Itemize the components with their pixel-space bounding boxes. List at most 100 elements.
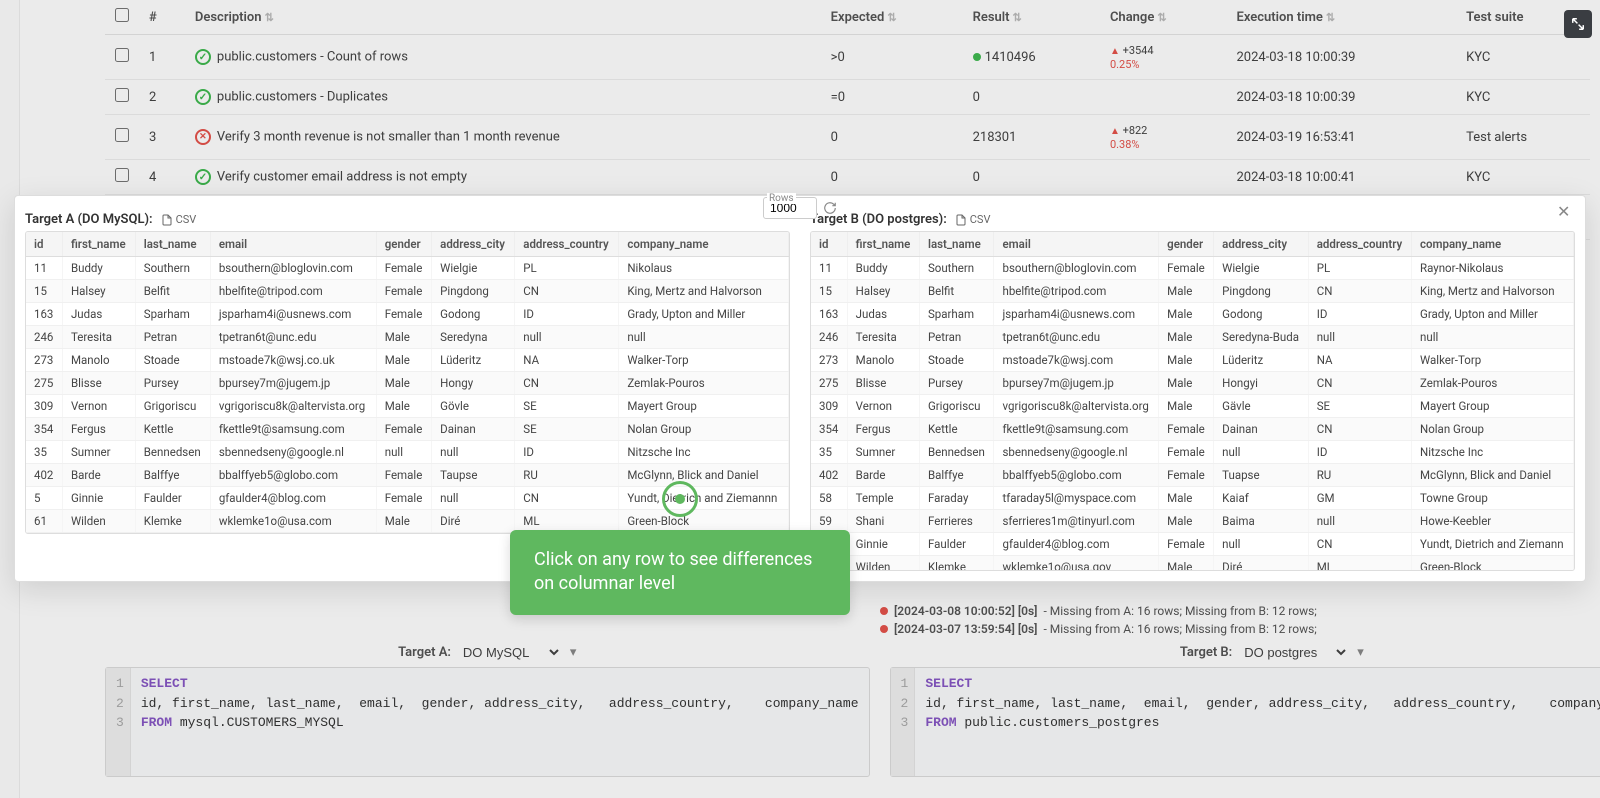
col-result[interactable]: Result⇅: [963, 0, 1100, 35]
data-cell: Stoade: [919, 349, 994, 372]
tour-tooltip: Click on any row to see differences on c…: [510, 530, 850, 615]
col-description[interactable]: Description⇅: [185, 0, 821, 35]
data-cell: Dainan: [432, 418, 515, 441]
data-row[interactable]: 5GinnieFauldergfaulder4@blog.comFemalenu…: [811, 533, 1574, 556]
test-row[interactable]: 2 public.customers - Duplicates =0 0 202…: [105, 80, 1590, 115]
row-expected: >0: [821, 35, 963, 80]
data-col-header[interactable]: first_name: [847, 232, 919, 257]
data-cell: Raynor-Nikolaus: [1412, 257, 1574, 280]
sql-code-b[interactable]: SELECT id, first_name, last_name, email,…: [915, 668, 1600, 776]
log-entry[interactable]: [2024-03-08 10:00:52] [0s]- Missing from…: [880, 602, 1590, 620]
test-row[interactable]: 3 Verify 3 month revenue is not smaller …: [105, 115, 1590, 160]
data-col-header[interactable]: id: [811, 232, 847, 257]
test-row[interactable]: 4 Verify customer email address is not e…: [105, 160, 1590, 195]
sql-editor-b[interactable]: 123 SELECT id, first_name, last_name, em…: [890, 667, 1600, 777]
data-cell: Hongyi: [1214, 372, 1309, 395]
data-row[interactable]: 273ManoloStoademstoade7k@wsj.co.ukMaleLü…: [26, 349, 789, 372]
data-row[interactable]: 11BuddySouthernbsouthern@bloglovin.comFe…: [26, 257, 789, 280]
log-entry[interactable]: [2024-03-07 13:59:54] [0s]- Missing from…: [880, 620, 1590, 638]
data-row[interactable]: 275BlissePurseybpursey7m@jugem.jpMaleHon…: [26, 372, 789, 395]
close-modal-button[interactable]: ✕: [1557, 202, 1575, 220]
col-expected[interactable]: Expected⇅: [821, 0, 963, 35]
data-cell: Grigoriscu: [919, 395, 994, 418]
data-cell: hbelfite@tripod.com: [994, 280, 1159, 303]
data-row[interactable]: 309VernonGrigoriscuvgrigoriscu8k@altervi…: [26, 395, 789, 418]
data-col-header[interactable]: address_country: [1308, 232, 1411, 257]
row-change: ▲ +8220.38%: [1100, 115, 1227, 160]
row-checkbox[interactable]: [115, 88, 129, 102]
data-row[interactable]: 58TempleFaradaytfaraday5l@myspace.comMal…: [811, 487, 1574, 510]
refresh-icon[interactable]: [823, 201, 837, 215]
data-col-header[interactable]: email: [994, 232, 1159, 257]
csv-export-a[interactable]: CSV: [161, 213, 197, 226]
row-checkbox[interactable]: [115, 48, 129, 62]
csv-export-b[interactable]: CSV: [955, 213, 991, 226]
data-cell: Stoade: [135, 349, 210, 372]
data-table-b-wrap[interactable]: idfirst_namelast_nameemailgenderaddress_…: [810, 231, 1575, 571]
data-row[interactable]: 402BardeBalffyebbalffyeb5@globo.comFemal…: [811, 464, 1574, 487]
test-row[interactable]: 1 public.customers - Count of rows >0 14…: [105, 35, 1590, 80]
data-row[interactable]: 59ShaniFerrieressferrieres1m@tinyurl.com…: [811, 510, 1574, 533]
data-row[interactable]: 354FergusKettlefkettle9t@samsung.comFema…: [26, 418, 789, 441]
data-col-header[interactable]: email: [210, 232, 376, 257]
data-col-header[interactable]: gender: [376, 232, 431, 257]
col-num[interactable]: #: [139, 0, 185, 35]
data-cell: CN: [515, 280, 619, 303]
select-all-checkbox[interactable]: [115, 8, 129, 22]
data-cell: Diré: [1214, 556, 1309, 572]
data-row[interactable]: 15HalseyBelfithbelfite@tripod.comFemaleP…: [26, 280, 789, 303]
data-row[interactable]: 61WildenKlemkewklemke1o@usa.govMaleDiréM…: [811, 556, 1574, 572]
data-cell: Male: [1159, 510, 1214, 533]
data-cell: Sparham: [135, 303, 210, 326]
data-cell: Kettle: [919, 418, 994, 441]
data-col-header[interactable]: last_name: [919, 232, 994, 257]
data-row[interactable]: 163JudasSparhamjsparham4i@usnews.comFema…: [26, 303, 789, 326]
data-col-header[interactable]: id: [26, 232, 62, 257]
row-result: 1410496: [963, 35, 1100, 80]
data-col-header[interactable]: address_city: [432, 232, 515, 257]
data-row[interactable]: 35SumnerBennedsensbennedseny@google.nlnu…: [26, 441, 789, 464]
data-cell: Barde: [847, 464, 919, 487]
data-row[interactable]: 275BlissePurseybpursey7m@jugem.jpMaleHon…: [811, 372, 1574, 395]
data-row[interactable]: 273ManoloStoademstoade7k@wsj.comMaleLüde…: [811, 349, 1574, 372]
target-a-select[interactable]: DO MySQL: [459, 644, 562, 661]
data-col-header[interactable]: address_country: [515, 232, 619, 257]
target-b-select[interactable]: DO postgres: [1240, 644, 1349, 661]
data-cell: Southern: [135, 257, 210, 280]
data-row[interactable]: 246TeresitaPetrantpetran6t@unc.eduMaleSe…: [811, 326, 1574, 349]
data-row[interactable]: 309VernonGrigoriscuvgrigoriscu8k@altervi…: [811, 395, 1574, 418]
data-row[interactable]: 11BuddySouthernbsouthern@bloglovin.comFe…: [811, 257, 1574, 280]
data-row[interactable]: 246TeresitaPetrantpetran6t@unc.eduMaleSe…: [26, 326, 789, 349]
target-b-title: Target B (DO postgres): CSV: [810, 212, 1575, 227]
row-checkbox[interactable]: [115, 128, 129, 142]
data-cell: Godong: [432, 303, 515, 326]
col-exec-time[interactable]: Execution time⇅: [1226, 0, 1456, 35]
data-col-header[interactable]: last_name: [135, 232, 210, 257]
sql-col-b: Target B: DO postgres ▾ 123 SELECT id, f…: [890, 640, 1600, 777]
data-col-header[interactable]: first_name: [62, 232, 135, 257]
data-col-header[interactable]: company_name: [619, 232, 789, 257]
sql-editor-a[interactable]: 123 SELECT id, first_name, last_name, em…: [105, 667, 870, 777]
data-cell: McGlynn, Blick and Daniel: [1412, 464, 1574, 487]
data-row[interactable]: 15HalseyBelfithbelfite@tripod.comMalePin…: [811, 280, 1574, 303]
data-cell: null: [515, 326, 619, 349]
data-col-header[interactable]: address_city: [1214, 232, 1309, 257]
data-row[interactable]: 354FergusKettlefkettle9t@samsung.comFema…: [811, 418, 1574, 441]
expand-button[interactable]: [1564, 10, 1592, 38]
check-icon: [195, 49, 211, 65]
row-checkbox[interactable]: [115, 168, 129, 182]
target-a-title: Target A (DO MySQL): CSV: [25, 212, 790, 227]
data-row[interactable]: 35SumnerBennedsensbennedseny@google.nlFe…: [811, 441, 1574, 464]
data-col-header[interactable]: gender: [1159, 232, 1214, 257]
data-cell: PL: [515, 257, 619, 280]
data-cell: Halsey: [847, 280, 919, 303]
log-message: - Missing from A: 16 rows; Missing from …: [1043, 622, 1316, 636]
data-cell: Petran: [135, 326, 210, 349]
col-change[interactable]: Change⇅: [1100, 0, 1227, 35]
data-cell: Male: [1159, 372, 1214, 395]
data-row[interactable]: 163JudasSparhamjsparham4i@usnews.comMale…: [811, 303, 1574, 326]
sql-code-a[interactable]: SELECT id, first_name, last_name, email,…: [131, 668, 869, 776]
data-col-header[interactable]: company_name: [1412, 232, 1574, 257]
data-cell: bbalffyeb5@globo.com: [210, 464, 376, 487]
data-cell: Lüderitz: [432, 349, 515, 372]
